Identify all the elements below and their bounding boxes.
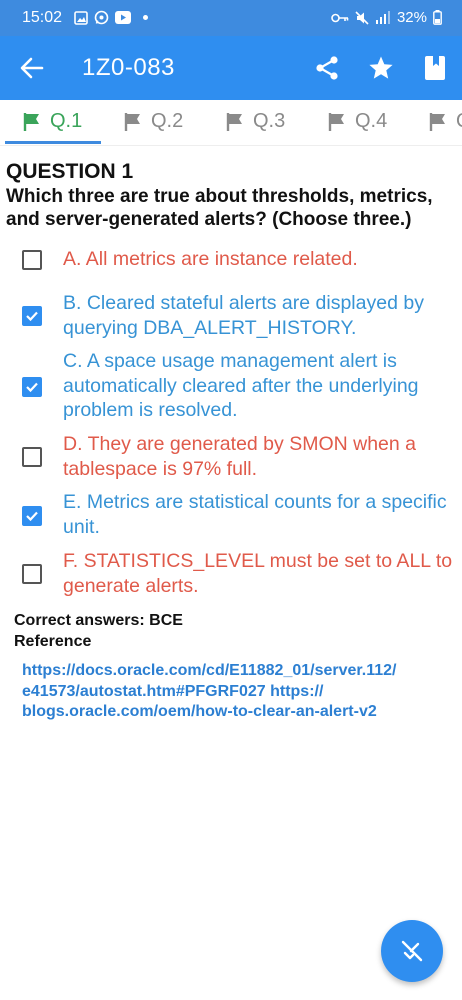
status-left-icons <box>74 10 148 25</box>
reference-label: Reference <box>14 633 92 650</box>
status-right-icons: 32% <box>331 9 442 26</box>
checkbox-c[interactable] <box>22 377 42 397</box>
tab-q2[interactable]: Q.2 <box>123 110 183 133</box>
option-c-text: C. A space usage management alert is aut… <box>63 350 419 421</box>
toggle-answers-button[interactable] <box>381 920 443 982</box>
question-heading: QUESTION 1 <box>6 160 134 183</box>
signal-icon <box>375 11 390 24</box>
battery-icon <box>433 10 442 25</box>
checkbox-d[interactable] <box>22 447 42 467</box>
tab-label: Q.3 <box>253 110 286 132</box>
exam-title: 1Z0-083 <box>82 54 175 81</box>
share-icon[interactable] <box>314 55 340 81</box>
question-tabs: Q.1 Q.2 Q.3 Q.4 Q <box>0 100 462 146</box>
key-icon <box>331 13 349 22</box>
check-icon <box>26 511 38 522</box>
option-b-text: B. Cleared stateful alerts are displayed… <box>63 292 424 339</box>
flag-icon <box>328 112 344 131</box>
tab-q5[interactable]: Q <box>428 110 462 133</box>
tab-q1[interactable]: Q.1 <box>22 110 82 133</box>
tab-label: Q.2 <box>151 110 184 132</box>
status-time: 15:02 <box>22 9 63 26</box>
gallery-icon <box>74 10 88 25</box>
option-a-text: A. All metrics are instance related. <box>63 248 358 270</box>
flag-icon <box>124 112 140 131</box>
option-f-text: F. STATISTICS_LEVEL must be set to ALL t… <box>63 550 453 597</box>
bookmark-icon[interactable] <box>422 55 448 81</box>
checkbox-a[interactable] <box>22 250 42 270</box>
option-d-text: D. They are generated by SMON when a tab… <box>63 433 416 480</box>
checkbox-b[interactable] <box>22 306 42 326</box>
reference-links[interactable]: https://docs.oracle.com/cd/E11882_01/ser… <box>22 661 452 723</box>
flag-icon <box>226 112 242 131</box>
tab-label: Q.1 <box>50 110 83 132</box>
mute-icon <box>355 10 369 25</box>
visibility-off-icon <box>401 940 423 962</box>
youtube-icon <box>115 11 131 24</box>
battery-level: 32% <box>396 9 427 26</box>
checkbox-f[interactable] <box>22 564 42 584</box>
option-e-text: E. Metrics are statistical counts for a … <box>63 491 447 538</box>
check-icon <box>26 311 38 322</box>
tab-q3[interactable]: Q.3 <box>225 110 285 133</box>
flag-icon <box>429 112 445 131</box>
question-text: Which three are true about thresholds, m… <box>6 186 433 230</box>
tab-label: Q.4 <box>355 110 388 132</box>
back-arrow-icon[interactable] <box>18 54 46 82</box>
star-icon[interactable] <box>368 55 394 81</box>
dot-icon <box>143 15 148 20</box>
tab-label: Q <box>456 110 462 133</box>
checkbox-e[interactable] <box>22 506 42 526</box>
check-icon <box>26 382 38 393</box>
app-bar: 1Z0-083 <box>0 36 462 100</box>
whatsapp-icon <box>94 10 109 25</box>
flag-icon <box>23 112 39 131</box>
status-bar: 15:02 32% <box>0 0 462 36</box>
active-tab-indicator <box>5 141 101 144</box>
tab-q4[interactable]: Q.4 <box>327 110 387 133</box>
correct-answers: Correct answers: BCE <box>14 612 183 629</box>
